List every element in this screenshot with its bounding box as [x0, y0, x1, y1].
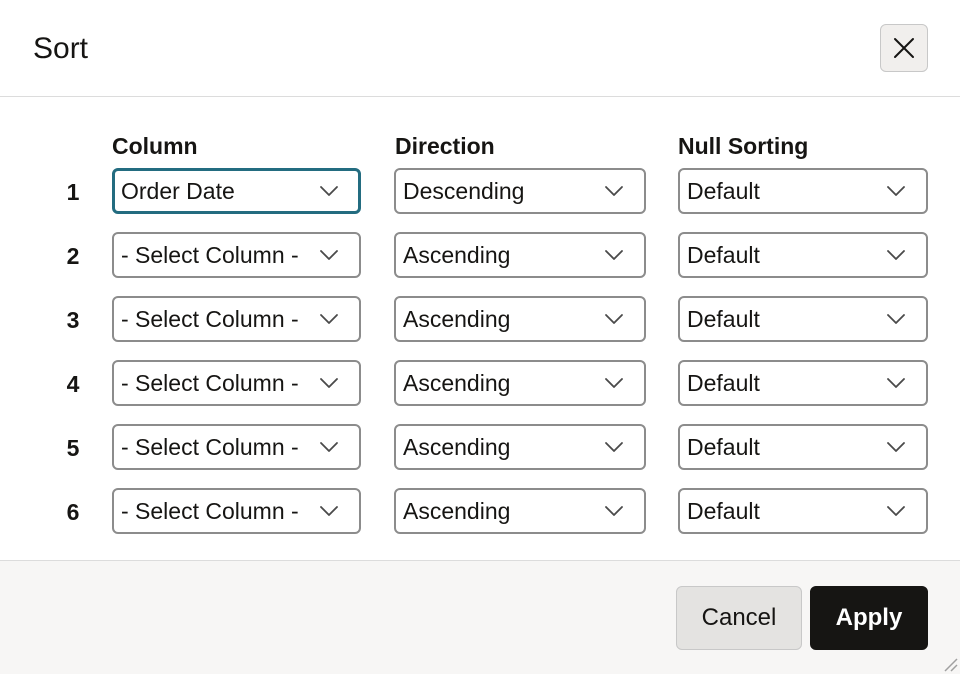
chevron-down-icon: [605, 442, 623, 452]
close-button[interactable]: [880, 24, 928, 72]
chevron-down-icon: [887, 250, 905, 260]
column-select-value: - Select Column -: [121, 306, 299, 332]
null-sorting-select[interactable]: Default: [678, 488, 928, 534]
chevron-down-icon: [605, 186, 623, 196]
column-select[interactable]: - Select Column -: [112, 360, 361, 406]
direction-select[interactable]: Ascending: [394, 488, 646, 534]
cancel-button[interactable]: Cancel: [676, 586, 802, 650]
direction-select[interactable]: Descending: [394, 168, 646, 214]
null-sorting-select-value: Default: [687, 498, 760, 524]
close-icon: [894, 38, 914, 58]
direction-select[interactable]: Ascending: [394, 360, 646, 406]
row-number: 4: [66, 371, 80, 397]
chevron-down-icon: [605, 314, 623, 324]
null-sorting-select[interactable]: Default: [678, 232, 928, 278]
chevron-down-icon: [605, 250, 623, 260]
row-number: 1: [66, 179, 80, 205]
chevron-down-icon: [605, 378, 623, 388]
column-select-value: Order Date: [121, 178, 235, 204]
direction-select-value: Ascending: [403, 434, 511, 460]
apply-button[interactable]: Apply: [810, 586, 928, 650]
direction-select-value: Ascending: [403, 306, 511, 332]
chevron-down-icon: [320, 314, 338, 324]
chevron-down-icon: [887, 186, 905, 196]
chevron-down-icon: [887, 442, 905, 452]
chevron-down-icon: [320, 378, 338, 388]
direction-header: Direction: [395, 133, 495, 159]
column-select[interactable]: - Select Column -: [112, 232, 361, 278]
row-number: 3: [66, 307, 80, 333]
null-sorting-select-value: Default: [687, 242, 760, 268]
resize-grip-icon[interactable]: [940, 654, 958, 672]
chevron-down-icon: [887, 378, 905, 388]
sort-dialog: Sort Column Direction Null Sorting 1 Orde…: [0, 0, 960, 674]
row-number: 6: [66, 499, 80, 525]
chevron-down-icon: [320, 442, 338, 452]
column-select-value: - Select Column -: [121, 242, 299, 268]
column-select-value: - Select Column -: [121, 370, 299, 396]
null-sorting-select-value: Default: [687, 370, 760, 396]
direction-select[interactable]: Ascending: [394, 424, 646, 470]
dialog-title: Sort: [33, 32, 89, 65]
null-sorting-select[interactable]: Default: [678, 168, 928, 214]
column-select[interactable]: - Select Column -: [112, 296, 361, 342]
column-select-value: - Select Column -: [121, 434, 299, 460]
chevron-down-icon: [887, 314, 905, 324]
direction-select-value: Ascending: [403, 242, 511, 268]
column-select[interactable]: Order Date: [112, 168, 361, 214]
direction-select-value: Descending: [403, 178, 525, 204]
null-sorting-select[interactable]: Default: [678, 296, 928, 342]
null-sorting-select[interactable]: Default: [678, 360, 928, 406]
direction-select[interactable]: Ascending: [394, 232, 646, 278]
column-select-value: - Select Column -: [121, 498, 299, 524]
chevron-down-icon: [320, 250, 338, 260]
null-sorting-select-value: Default: [687, 434, 760, 460]
column-select[interactable]: - Select Column -: [112, 488, 361, 534]
direction-select[interactable]: Ascending: [394, 296, 646, 342]
column-header: Column: [112, 133, 198, 159]
null-sorting-header: Null Sorting: [678, 133, 809, 159]
row-number: 5: [66, 435, 80, 461]
dialog-header: Sort: [0, 0, 960, 97]
null-sorting-select-value: Default: [687, 306, 760, 332]
null-sorting-select[interactable]: Default: [678, 424, 928, 470]
chevron-down-icon: [320, 186, 338, 196]
row-number: 2: [66, 243, 80, 269]
direction-select-value: Ascending: [403, 498, 511, 524]
direction-select-value: Ascending: [403, 370, 511, 396]
column-select[interactable]: - Select Column -: [112, 424, 361, 470]
null-sorting-select-value: Default: [687, 178, 760, 204]
chevron-down-icon: [887, 506, 905, 516]
chevron-down-icon: [320, 506, 338, 516]
chevron-down-icon: [605, 506, 623, 516]
